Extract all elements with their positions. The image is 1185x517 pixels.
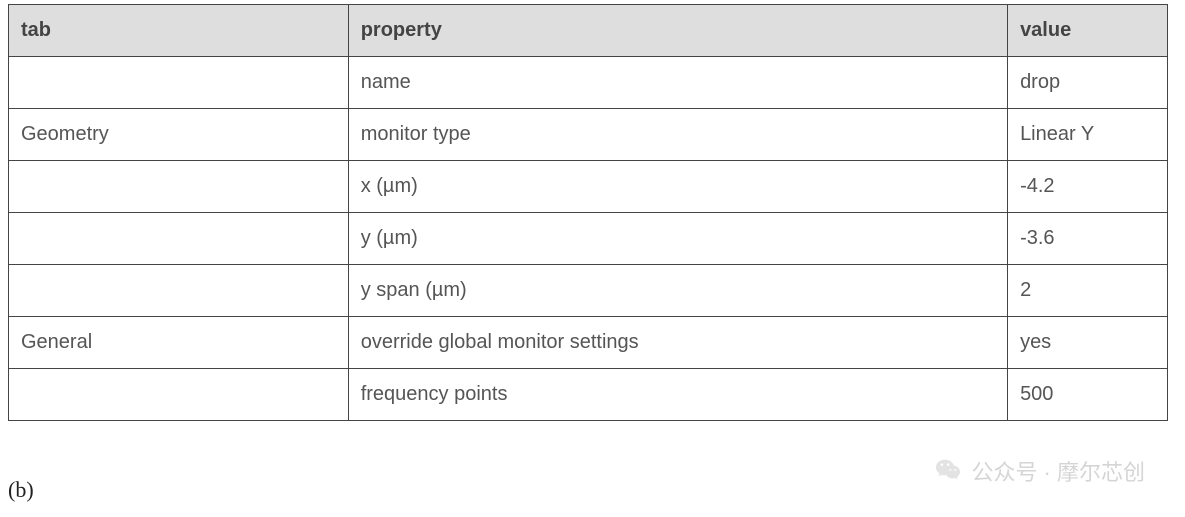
wechat-icon xyxy=(933,456,963,486)
table-row: Geometry monitor type Linear Y xyxy=(9,109,1168,161)
cell-value: yes xyxy=(1008,317,1168,369)
table-row: frequency points 500 xyxy=(9,369,1168,421)
cell-property: override global monitor settings xyxy=(348,317,1007,369)
cell-tab xyxy=(9,57,349,109)
cell-property: x (µm) xyxy=(348,161,1007,213)
watermark: 公众号 · 摩尔芯创 xyxy=(933,455,1145,487)
subfigure-caption: (b) xyxy=(8,477,34,503)
table-row: y (µm) -3.6 xyxy=(9,213,1168,265)
cell-tab: Geometry xyxy=(9,109,349,161)
header-value: value xyxy=(1008,5,1168,57)
cell-value: -3.6 xyxy=(1008,213,1168,265)
cell-tab xyxy=(9,213,349,265)
table-row: x (µm) -4.2 xyxy=(9,161,1168,213)
table-row: name drop xyxy=(9,57,1168,109)
cell-tab xyxy=(9,265,349,317)
cell-property: monitor type xyxy=(348,109,1007,161)
table-row: y span (µm) 2 xyxy=(9,265,1168,317)
cell-value: drop xyxy=(1008,57,1168,109)
watermark-text: 公众号 · 摩尔芯创 xyxy=(971,455,1145,487)
header-property: property xyxy=(348,5,1007,57)
cell-property: frequency points xyxy=(348,369,1007,421)
cell-value: Linear Y xyxy=(1008,109,1168,161)
cell-value: -4.2 xyxy=(1008,161,1168,213)
cell-property: y span (µm) xyxy=(348,265,1007,317)
header-tab: tab xyxy=(9,5,349,57)
cell-value: 500 xyxy=(1008,369,1168,421)
cell-property: name xyxy=(348,57,1007,109)
cell-property: y (µm) xyxy=(348,213,1007,265)
table-header-row: tab property value xyxy=(9,5,1168,57)
table-row: General override global monitor settings… xyxy=(9,317,1168,369)
cell-tab: General xyxy=(9,317,349,369)
properties-table: tab property value name drop Geometry mo… xyxy=(8,4,1168,421)
cell-tab xyxy=(9,369,349,421)
cell-value: 2 xyxy=(1008,265,1168,317)
cell-tab xyxy=(9,161,349,213)
